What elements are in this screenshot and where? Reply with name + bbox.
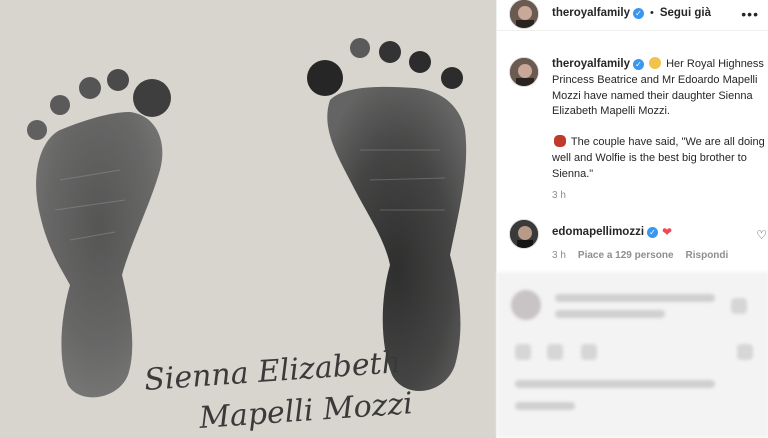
caption-author-avatar[interactable] [509,57,539,87]
following-button[interactable]: Segui già [660,7,711,19]
caption-paragraph-2: The couple have said, "We are all doing … [552,136,765,180]
verified-badge-icon: ✓ [632,58,644,70]
blurred-icon [737,344,753,360]
post-header: theroyalfamily ✓ • Segui già ••• [497,0,768,31]
header-user-row: theroyalfamily ✓ • Segui già [552,7,711,19]
baby-emoji-icon [649,57,662,69]
commenter-avatar[interactable] [509,219,539,249]
verified-badge-icon: ✓ [632,7,644,19]
verified-badge-icon: ✓ [647,226,659,238]
caption-timestamp[interactable]: 3 h [552,190,566,201]
caption-text: theroyalfamily ✓ Her Royal Highness Princ… [552,57,768,183]
blurred-icon [547,344,563,360]
comment-timestamp[interactable]: 3 h [552,250,566,261]
more-options-icon[interactable]: ••• [741,6,759,22]
comment-line: edomapellimozzi ✓ ❤ [552,225,672,239]
blurred-line [555,294,715,302]
blurred-line [515,402,575,410]
blurred-avatar [511,290,541,320]
reply-button[interactable]: Rispondi [686,250,729,261]
comment-likes-count[interactable]: Piace a 129 persone [578,250,674,261]
heart-emoji-icon: ❤ [662,225,673,239]
avatar-photo-icon [510,220,538,248]
caption-username[interactable]: theroyalfamily [552,58,630,70]
header-separator: • [649,7,654,19]
avatar-photo-icon [510,58,538,86]
blurred-line [515,380,715,388]
right-footprint [307,38,467,392]
left-footprint [27,69,171,398]
blurred-comments-area [497,272,768,438]
footprints-illustration: Sienna Elizabeth Mapelli Mozzi [27,38,467,436]
author-avatar[interactable] [509,0,539,29]
header-username[interactable]: theroyalfamily [552,7,630,19]
script-name-line2: Mapelli Mozzi [197,386,414,436]
post-panel: theroyalfamily ✓ • Segui già ••• theroya… [496,0,768,438]
blurred-icon [515,344,531,360]
lips-emoji-icon [554,135,566,148]
avatar-photo-icon [510,0,538,28]
comment-username[interactable]: edomapellimozzi [552,226,644,238]
like-heart-icon[interactable]: ♡ [756,228,767,242]
post-image[interactable]: Sienna Elizabeth Mapelli Mozzi [0,0,496,438]
blurred-icon [731,298,747,314]
blurred-icon [581,344,597,360]
blurred-line [555,310,665,318]
comment-meta: 3 h Piace a 129 persone Rispondi [552,250,728,261]
comment-item: edomapellimozzi ✓ ❤ 3 h Piace a 129 pers… [509,219,767,269]
